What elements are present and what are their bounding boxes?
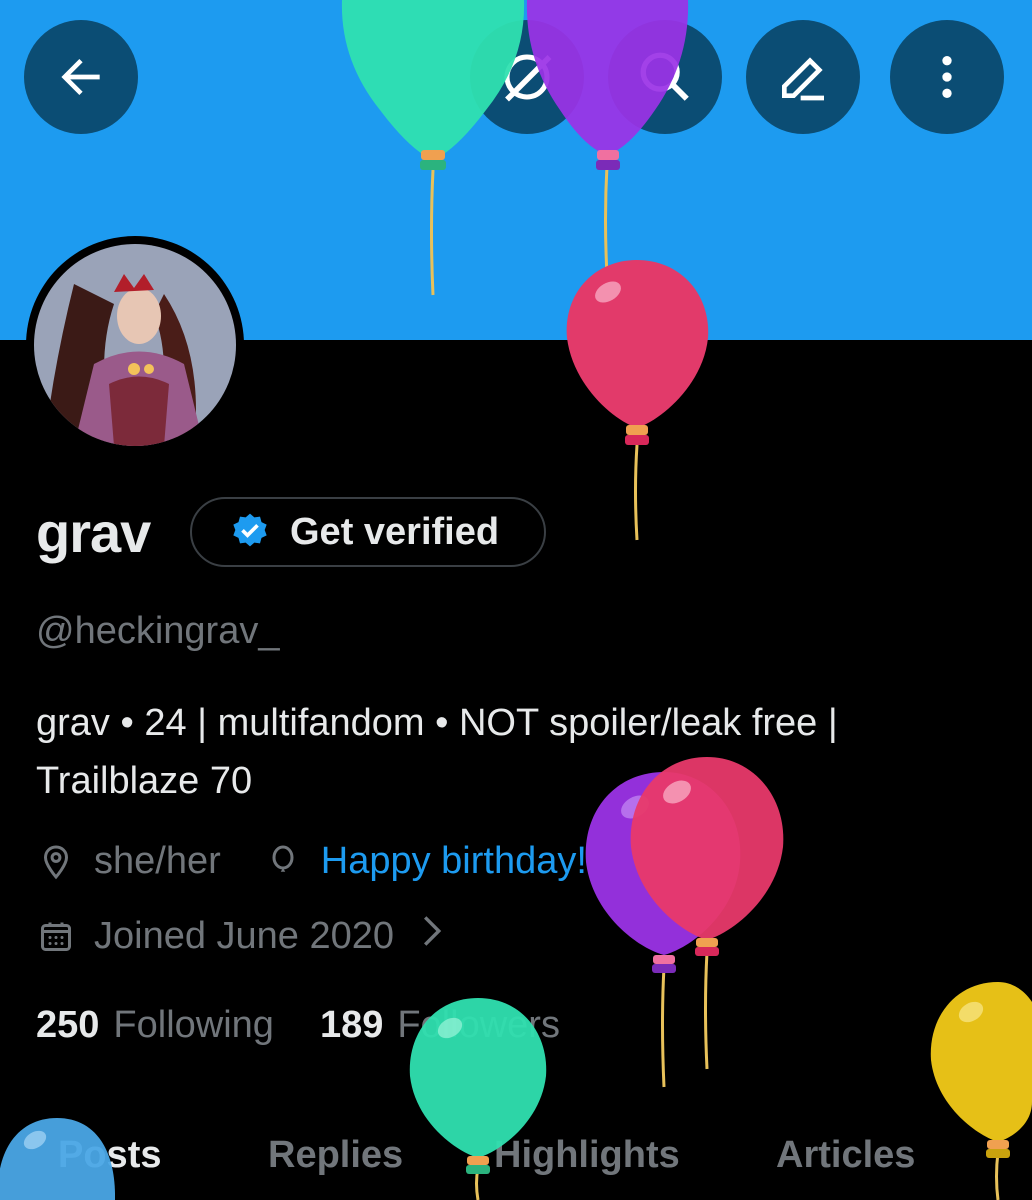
get-verified-label: Get verified [290,510,500,553]
location-icon [36,842,76,882]
search-button[interactable] [608,20,722,134]
profile-meta-row: she/her Happy birthday! [36,840,587,883]
bio-line-2: Trailblaze 70 [36,760,253,802]
birthday-link[interactable]: Happy birthday! [321,840,587,883]
grok-button[interactable] [470,20,584,134]
follow-stats: 250 Following 189 Followers [36,1004,560,1047]
followers-label: Followers [397,1004,560,1046]
balloon-icon [263,842,303,882]
tab-posts[interactable]: Posts [58,1134,161,1177]
display-name: grav [36,501,151,564]
bio-line-1: grav • 24 | multifandom • NOT spoiler/le… [36,702,838,744]
calendar-icon [36,916,76,956]
joined-date-text: Joined June 2020 [94,914,395,957]
username-handle: @heckingrav_ [36,610,280,652]
avatar-image [34,244,236,446]
following-count: 250 [36,1004,100,1046]
tab-replies[interactable]: Replies [268,1134,403,1177]
verified-badge-icon [233,513,267,547]
joined-row[interactable]: Joined June 2020 [36,914,444,958]
edit-icon [782,57,824,101]
get-verified-button[interactable]: Get verified [190,497,546,567]
profile-tabs: Posts Replies Highlights Articles [0,1134,1032,1194]
tab-highlights[interactable]: Highlights [494,1134,680,1177]
followers-link[interactable]: 189 Followers [320,1004,560,1047]
arrow-left-icon [61,59,100,95]
chevron-right-icon [420,914,444,958]
followers-count: 189 [319,1004,384,1046]
bio: grav • 24 | multifandom • NOT spoiler/le… [36,694,996,810]
following-link[interactable]: 250 Following [36,1004,274,1047]
avatar[interactable] [26,236,244,454]
search-icon [640,52,689,101]
grok-icon [504,54,552,102]
back-button[interactable] [24,20,138,134]
balloon-purple-2-decoration [585,772,741,1088]
more-button[interactable] [890,20,1004,134]
tab-articles[interactable]: Articles [776,1134,915,1177]
more-vertical-icon [942,56,952,98]
edit-button[interactable] [746,20,860,134]
pronouns-text: she/her [94,840,221,882]
following-label: Following [113,1004,274,1046]
